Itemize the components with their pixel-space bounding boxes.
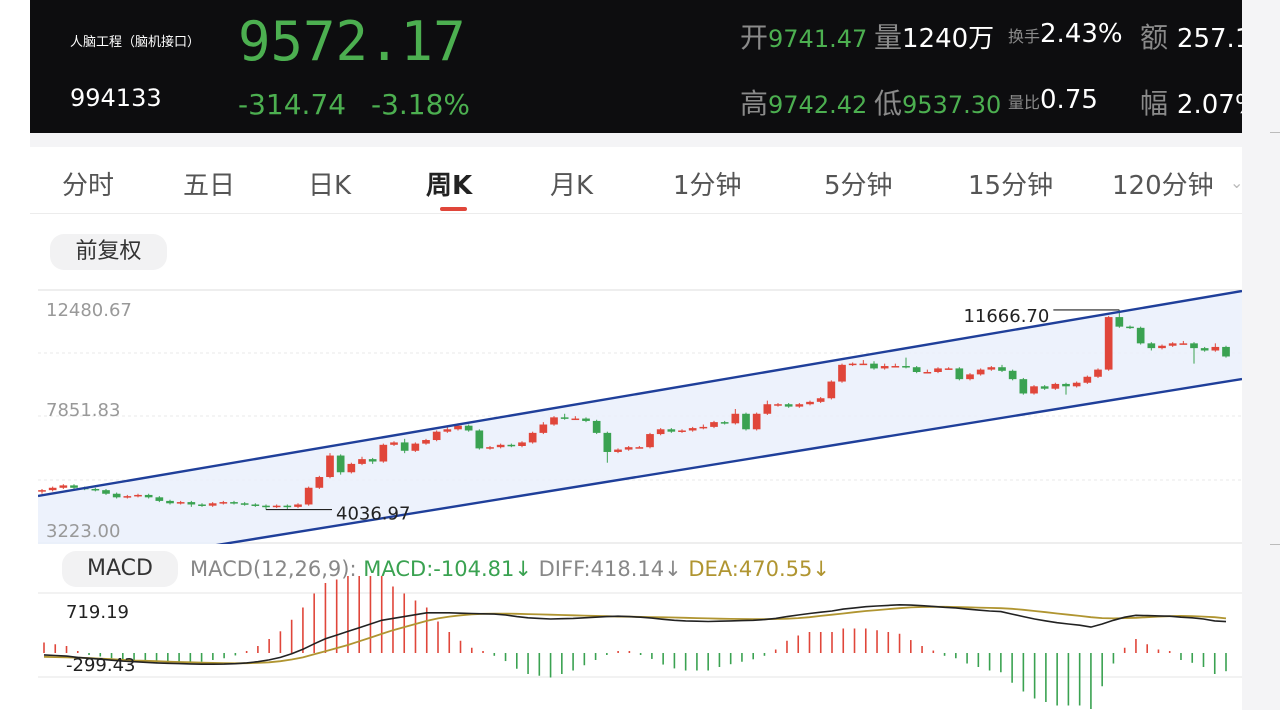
dea-line (43, 605, 1227, 665)
dif-line (43, 603, 1227, 666)
macd-chart: 719.19 -299.43 (38, 576, 1242, 709)
macd-histogram (43, 576, 1227, 709)
macd-axis-bottom: -299.43 (66, 655, 135, 676)
macd-axis-top: 719.19 (66, 602, 129, 623)
